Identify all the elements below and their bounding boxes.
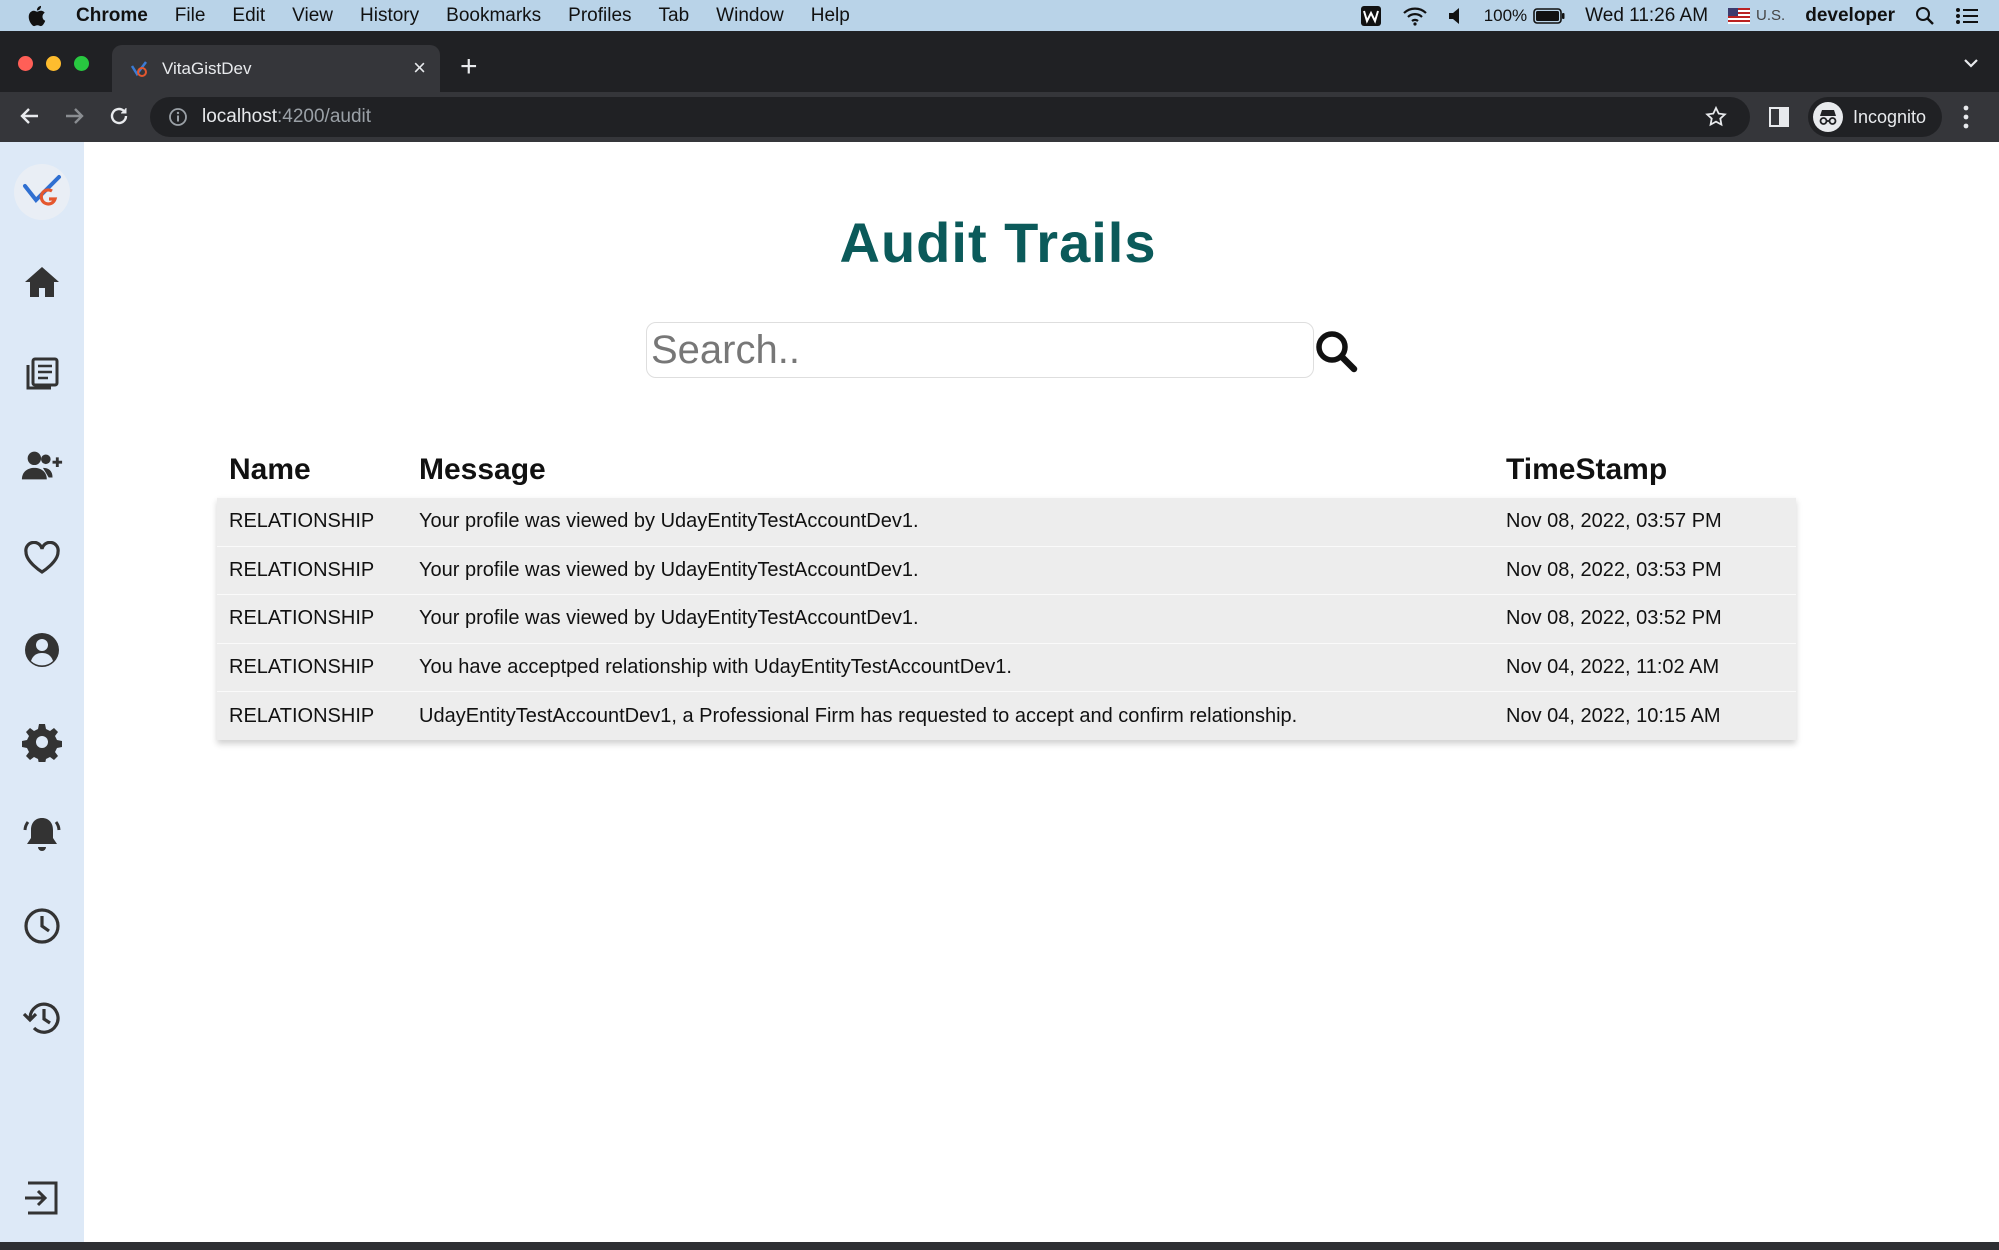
history-icon[interactable] — [20, 996, 64, 1040]
clock-icon[interactable] — [20, 904, 64, 948]
table-header: Name Message TimeStamp — [217, 442, 1796, 497]
search-icon — [1314, 329, 1358, 376]
menu-window[interactable]: Window — [716, 5, 784, 27]
menu-edit[interactable]: Edit — [232, 5, 265, 27]
side-panel-icon[interactable] — [1768, 106, 1790, 133]
back-arrow-icon[interactable] — [18, 104, 42, 133]
cell-timestamp: Nov 04, 2022, 11:02 AM — [1506, 656, 1720, 679]
header-timestamp[interactable]: TimeStamp — [1506, 453, 1796, 487]
macos-menu-bar: Chrome File Edit View History Bookmarks … — [0, 0, 1999, 31]
tab-search-chevron-icon[interactable] — [1963, 56, 1979, 74]
user-name[interactable]: developer — [1805, 5, 1895, 27]
url-text: localhost:4200/audit — [202, 106, 371, 128]
window-bottom-edge — [0, 1242, 1999, 1250]
cell-name: RELATIONSHIP — [229, 607, 375, 630]
menu-bookmarks[interactable]: Bookmarks — [446, 5, 541, 27]
incognito-icon — [1813, 102, 1843, 132]
header-message[interactable]: Message — [419, 453, 1506, 487]
flag-us-icon[interactable] — [1728, 7, 1751, 24]
battery-icon[interactable] — [1533, 7, 1565, 24]
forward-arrow-icon[interactable] — [62, 104, 86, 133]
settings-icon[interactable] — [20, 720, 64, 764]
volume-icon[interactable] — [1448, 7, 1464, 25]
menu-profiles[interactable]: Profiles — [568, 5, 631, 27]
site-favicon-icon — [130, 60, 148, 78]
bookmark-star-icon[interactable] — [1704, 105, 1728, 134]
cell-name: RELATIONSHIP — [229, 704, 375, 727]
add-user-icon[interactable] — [20, 444, 64, 488]
clock-text[interactable]: Wed 11:26 AM — [1585, 5, 1708, 27]
notification-bell-icon[interactable] — [20, 812, 64, 856]
cell-name: RELATIONSHIP — [229, 558, 375, 581]
cell-timestamp: Nov 08, 2022, 03:57 PM — [1506, 510, 1722, 533]
menu-help[interactable]: Help — [811, 5, 850, 27]
table-row[interactable]: RELATIONSHIP Your profile was viewed by … — [217, 545, 1796, 595]
battery-percent: 100% — [1483, 5, 1528, 25]
wordweb-icon[interactable] — [1360, 5, 1382, 27]
main-content: Audit Trails Name Message TimeStamp RELA… — [84, 142, 1999, 1242]
tab-close-icon[interactable]: × — [413, 55, 426, 81]
cell-message: Your profile was viewed by UdayEntityTes… — [419, 510, 919, 533]
audit-table: Name Message TimeStamp RELATIONSHIP Your… — [217, 442, 1796, 740]
vitagist-logo-icon[interactable] — [14, 164, 70, 220]
incognito-label: Incognito — [1853, 106, 1927, 127]
site-info-icon[interactable] — [168, 107, 188, 127]
search-button[interactable] — [1310, 328, 1362, 376]
profile-icon[interactable] — [20, 628, 64, 672]
search-input[interactable] — [646, 322, 1314, 378]
table-row[interactable]: RELATIONSHIP Your profile was viewed by … — [217, 497, 1796, 546]
home-icon[interactable] — [20, 260, 64, 304]
menu-view[interactable]: View — [292, 5, 333, 27]
table-row[interactable]: RELATIONSHIP Your profile was viewed by … — [217, 594, 1796, 643]
window-close-button[interactable] — [18, 56, 33, 71]
cell-timestamp: Nov 08, 2022, 03:52 PM — [1506, 607, 1722, 630]
new-tab-icon[interactable]: + — [460, 52, 478, 82]
browser-tab-active[interactable]: VitaGistDev × — [112, 45, 440, 92]
input-source-label[interactable]: U.S. — [1756, 7, 1785, 24]
reload-icon[interactable] — [107, 104, 131, 133]
cell-timestamp: Nov 08, 2022, 03:53 PM — [1506, 558, 1722, 581]
menu-app-name[interactable]: Chrome — [76, 5, 148, 27]
table-row[interactable]: RELATIONSHIP You have acceptped relation… — [217, 642, 1796, 692]
menu-file[interactable]: File — [175, 5, 206, 27]
cell-message: You have acceptped relationship with Uda… — [419, 656, 1012, 679]
window-minimize-button[interactable] — [46, 56, 61, 71]
header-name[interactable]: Name — [217, 453, 419, 487]
cell-message: Your profile was viewed by UdayEntityTes… — [419, 558, 919, 581]
browser-menu-icon[interactable] — [1962, 104, 1970, 135]
tab-title: VitaGistDev — [162, 58, 252, 78]
table-body: RELATIONSHIP Your profile was viewed by … — [217, 497, 1796, 740]
url-host: localhost — [202, 106, 277, 127]
spotlight-search-icon[interactable] — [1915, 6, 1935, 26]
cell-name: RELATIONSHIP — [229, 510, 375, 533]
url-path: :4200/audit — [277, 106, 372, 127]
incognito-profile-button[interactable]: Incognito — [1808, 97, 1942, 137]
wifi-icon[interactable] — [1402, 6, 1428, 26]
page-title: Audit Trails — [839, 211, 1157, 274]
menu-history[interactable]: History — [360, 5, 419, 27]
control-center-icon[interactable] — [1955, 7, 1979, 25]
app-sidebar — [0, 142, 84, 1242]
documents-icon[interactable] — [20, 352, 64, 396]
logout-icon[interactable] — [20, 1176, 64, 1220]
apple-logo-icon[interactable] — [26, 4, 56, 28]
menu-tab[interactable]: Tab — [659, 5, 690, 27]
address-bar[interactable]: localhost:4200/audit — [150, 97, 1750, 137]
cell-name: RELATIONSHIP — [229, 656, 375, 679]
cell-message: UdayEntityTestAccountDev1, a Professiona… — [419, 704, 1298, 727]
cell-message: Your profile was viewed by UdayEntityTes… — [419, 607, 919, 630]
table-row[interactable]: RELATIONSHIP UdayEntityTestAccountDev1, … — [217, 691, 1796, 740]
window-zoom-button[interactable] — [74, 56, 89, 71]
cell-timestamp: Nov 04, 2022, 10:15 AM — [1506, 704, 1721, 727]
heart-icon[interactable] — [20, 536, 64, 580]
